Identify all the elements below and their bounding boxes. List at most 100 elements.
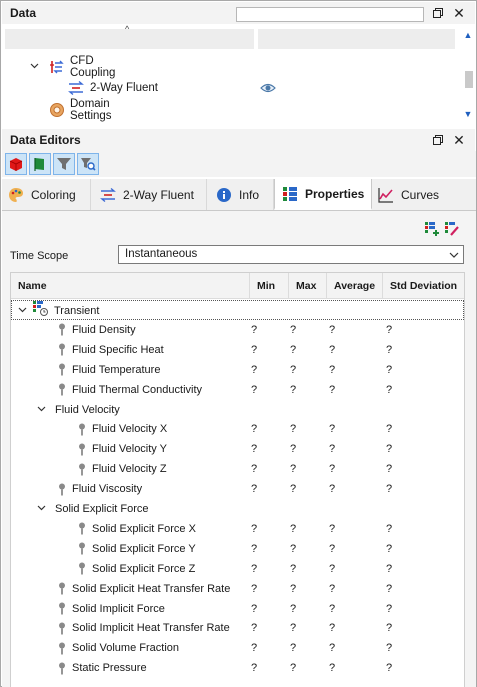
table-cell: ? (290, 363, 297, 376)
close-icon[interactable]: ✕ (451, 132, 467, 148)
table-row[interactable]: Solid Volume Fraction???? (11, 638, 464, 658)
table-row[interactable]: Fluid Velocity Z???? (11, 459, 464, 479)
row-label-group: Solid Volume Fraction (58, 638, 179, 658)
table-row[interactable]: Solid Implicit Heat Transfer Rate???? (11, 618, 464, 638)
properties-panel: Time Scope Instantaneous ^ Name Min Max … (2, 210, 476, 687)
tree-scrollbar[interactable]: ▲ ▼ (460, 25, 476, 121)
table-row[interactable]: Fluid Thermal Conductivity???? (11, 380, 464, 400)
table-row[interactable]: Solid Explicit Force Y???? (11, 539, 464, 559)
table-cell: ? (329, 582, 336, 595)
row-label: Solid Explicit Force (55, 503, 149, 515)
table-cell: ? (251, 542, 258, 555)
column-header-name[interactable]: Name (11, 273, 250, 299)
table-group-row[interactable]: Transient (11, 300, 464, 320)
table-cell: ? (251, 323, 258, 336)
table-cell: ? (251, 363, 258, 376)
scroll-up-icon[interactable]: ▲ (462, 29, 474, 41)
row-label-group: Fluid Specific Heat (58, 340, 164, 360)
table-group-row[interactable]: Fluid Velocity (11, 400, 464, 420)
row-label: Fluid Velocity X (92, 423, 168, 436)
data-editors-title: Data Editors (10, 133, 81, 147)
float-window-icon[interactable] (430, 5, 446, 21)
row-label: Fluid Specific Heat (72, 343, 164, 356)
table-cell: ? (329, 662, 336, 675)
tab-info[interactable]: Info (207, 179, 274, 210)
row-label-group: Transient (32, 300, 99, 321)
tab-label: Curves (401, 187, 440, 202)
table-row[interactable]: Solid Explicit Heat Transfer Rate???? (11, 579, 464, 599)
table-cell: ? (251, 602, 258, 615)
data-panel-header: Data ✕ (2, 2, 475, 24)
table-row[interactable]: Solid Explicit Force Z???? (11, 559, 464, 579)
table-row[interactable]: Solid Implicit Force???? (11, 599, 464, 619)
chevron-down-icon[interactable] (37, 400, 46, 420)
table-cell: ? (329, 363, 336, 376)
red-cube-icon[interactable] (5, 153, 27, 175)
green-flag-icon[interactable] (29, 153, 51, 175)
table-row[interactable]: Static Pressure???? (11, 658, 464, 678)
chevron-down-icon[interactable] (30, 61, 39, 72)
column-header-max[interactable]: Max (289, 273, 327, 299)
table-row[interactable]: Fluid Viscosity???? (11, 479, 464, 499)
table-cell: ? (386, 383, 393, 396)
chevron-down-icon[interactable] (18, 301, 27, 321)
tab-curves[interactable]: Curves (372, 179, 452, 210)
table-row[interactable]: Fluid Temperature???? (11, 360, 464, 380)
table-cell: ? (251, 483, 258, 496)
table-cell: ? (329, 343, 336, 356)
close-icon[interactable]: ✕ (451, 5, 467, 21)
scrollbar-thumb[interactable] (465, 71, 473, 88)
table-row[interactable]: Fluid Specific Heat???? (11, 340, 464, 360)
time-scope-select[interactable]: Instantaneous (118, 245, 464, 264)
column-header-average[interactable]: Average (327, 273, 383, 299)
palette-icon (8, 187, 24, 203)
row-label: Fluid Viscosity (72, 483, 143, 496)
tab-properties[interactable]: Properties (274, 179, 372, 210)
search-filter-icon[interactable] (77, 153, 99, 175)
row-label: Solid Volume Fraction (72, 642, 179, 655)
table-row[interactable]: Solid Explicit Force X???? (11, 519, 464, 539)
table-cell: ? (290, 542, 297, 555)
probe-icon (58, 383, 66, 396)
table-cell: ? (386, 343, 393, 356)
row-label: Solid Explicit Force X (92, 522, 196, 535)
table-cell: ? (290, 463, 297, 476)
sort-ascending-icon: ^ (125, 24, 130, 34)
table-cell: ? (386, 483, 393, 496)
table-group-row[interactable]: Solid Explicit Force (11, 499, 464, 519)
eye-icon[interactable] (260, 81, 276, 98)
column-header-min[interactable]: Min (250, 273, 289, 299)
tree-item-label: 2-Way Fluent (90, 82, 158, 94)
probe-icon (58, 662, 66, 675)
row-label: Static Pressure (72, 662, 147, 675)
chevron-down-icon[interactable] (37, 499, 46, 519)
table-row[interactable]: Fluid Density???? (11, 320, 464, 340)
probe-icon (58, 483, 66, 496)
table-cell: ? (386, 622, 393, 635)
data-search-input[interactable] (236, 7, 424, 22)
table-row[interactable]: Fluid Velocity Y???? (11, 439, 464, 459)
tree-item-2-way-fluent[interactable]: 2-Way Fluent (2, 78, 302, 98)
scroll-down-icon[interactable]: ▼ (462, 108, 474, 120)
tree-column-header (258, 29, 455, 49)
tab-coloring[interactable]: Coloring (2, 179, 91, 210)
data-editors-header: Data Editors ✕ (2, 129, 475, 151)
column-header-std-deviation[interactable]: Std Deviation (383, 273, 464, 299)
table-cell: ? (290, 662, 297, 675)
tab-2-way-fluent[interactable]: 2-Way Fluent (91, 179, 207, 210)
edit-property-icon[interactable] (444, 221, 460, 240)
table-cell: ? (251, 383, 258, 396)
add-property-icon[interactable] (424, 221, 440, 240)
probe-icon (58, 602, 66, 615)
row-label-group: Fluid Viscosity (58, 479, 142, 499)
float-window-icon[interactable] (430, 132, 446, 148)
filter-icon[interactable] (53, 153, 75, 175)
data-tree: ^ CFD Coupling 2-Way Fluent Domain Setti… (2, 24, 476, 122)
chevron-down-icon[interactable] (449, 247, 459, 266)
table-cell: ? (329, 483, 336, 496)
probe-icon (78, 522, 86, 535)
table-cell: ? (386, 542, 393, 555)
table-row[interactable]: Fluid Velocity X???? (11, 419, 464, 439)
row-label: Fluid Temperature (72, 363, 161, 376)
table-cell: ? (329, 522, 336, 535)
